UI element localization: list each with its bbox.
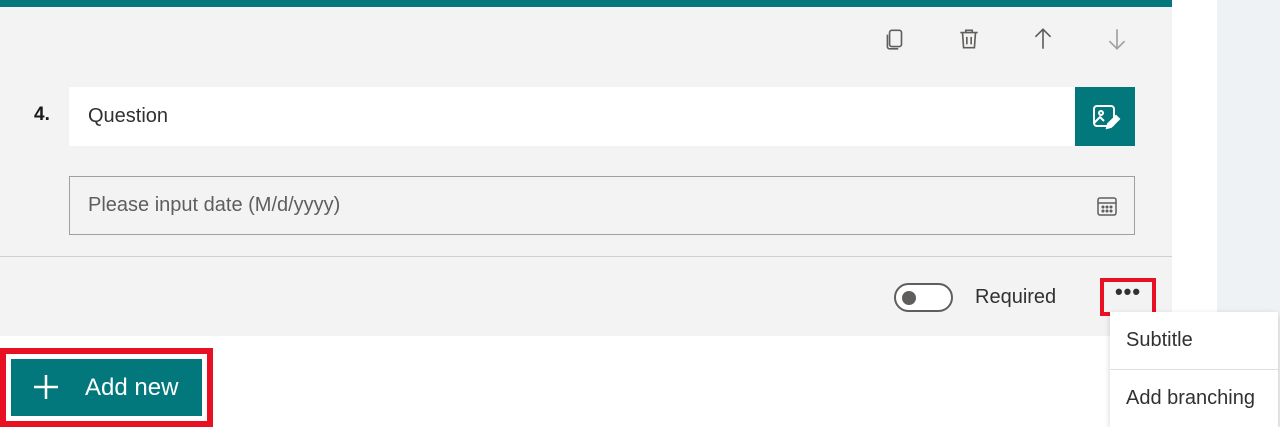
copy-icon [886, 29, 903, 50]
arrow-down-icon [1108, 29, 1126, 50]
copy-question-button[interactable] [876, 20, 914, 58]
question-number: 4. [34, 104, 50, 125]
add-new-button[interactable]: Add new [11, 359, 202, 416]
plus-icon [34, 375, 58, 399]
more-options-button[interactable]: ••• [1100, 278, 1156, 316]
arrow-up-icon [1034, 28, 1052, 49]
toggle-knob [902, 291, 916, 305]
required-label: Required [975, 286, 1057, 308]
date-picker-button[interactable] [1094, 193, 1120, 219]
move-down-button[interactable] [1098, 20, 1136, 58]
insert-media-button[interactable] [1075, 87, 1135, 146]
menu-item-subtitle[interactable]: Subtitle [1110, 312, 1278, 368]
date-answer-field [69, 176, 1135, 235]
image-edit-icon [1093, 104, 1121, 129]
more-options-menu: Subtitle Add branching [1110, 312, 1278, 427]
question-title-input[interactable] [69, 87, 1075, 146]
required-toggle[interactable] [894, 283, 953, 312]
menu-item-add-branching[interactable]: Add branching [1110, 370, 1278, 426]
move-up-button[interactable] [1024, 20, 1062, 58]
date-input[interactable] [70, 177, 1070, 234]
trash-icon [960, 29, 978, 49]
delete-question-button[interactable] [950, 20, 988, 58]
card-accent-bar [0, 0, 1172, 7]
question-card: 4. Required ••• [0, 0, 1172, 336]
add-new-highlight: Add new [0, 348, 213, 427]
add-new-label: Add new [85, 374, 179, 401]
card-divider [0, 256, 1172, 257]
more-icon: ••• [1114, 279, 1142, 304]
calendar-icon [1097, 197, 1117, 216]
